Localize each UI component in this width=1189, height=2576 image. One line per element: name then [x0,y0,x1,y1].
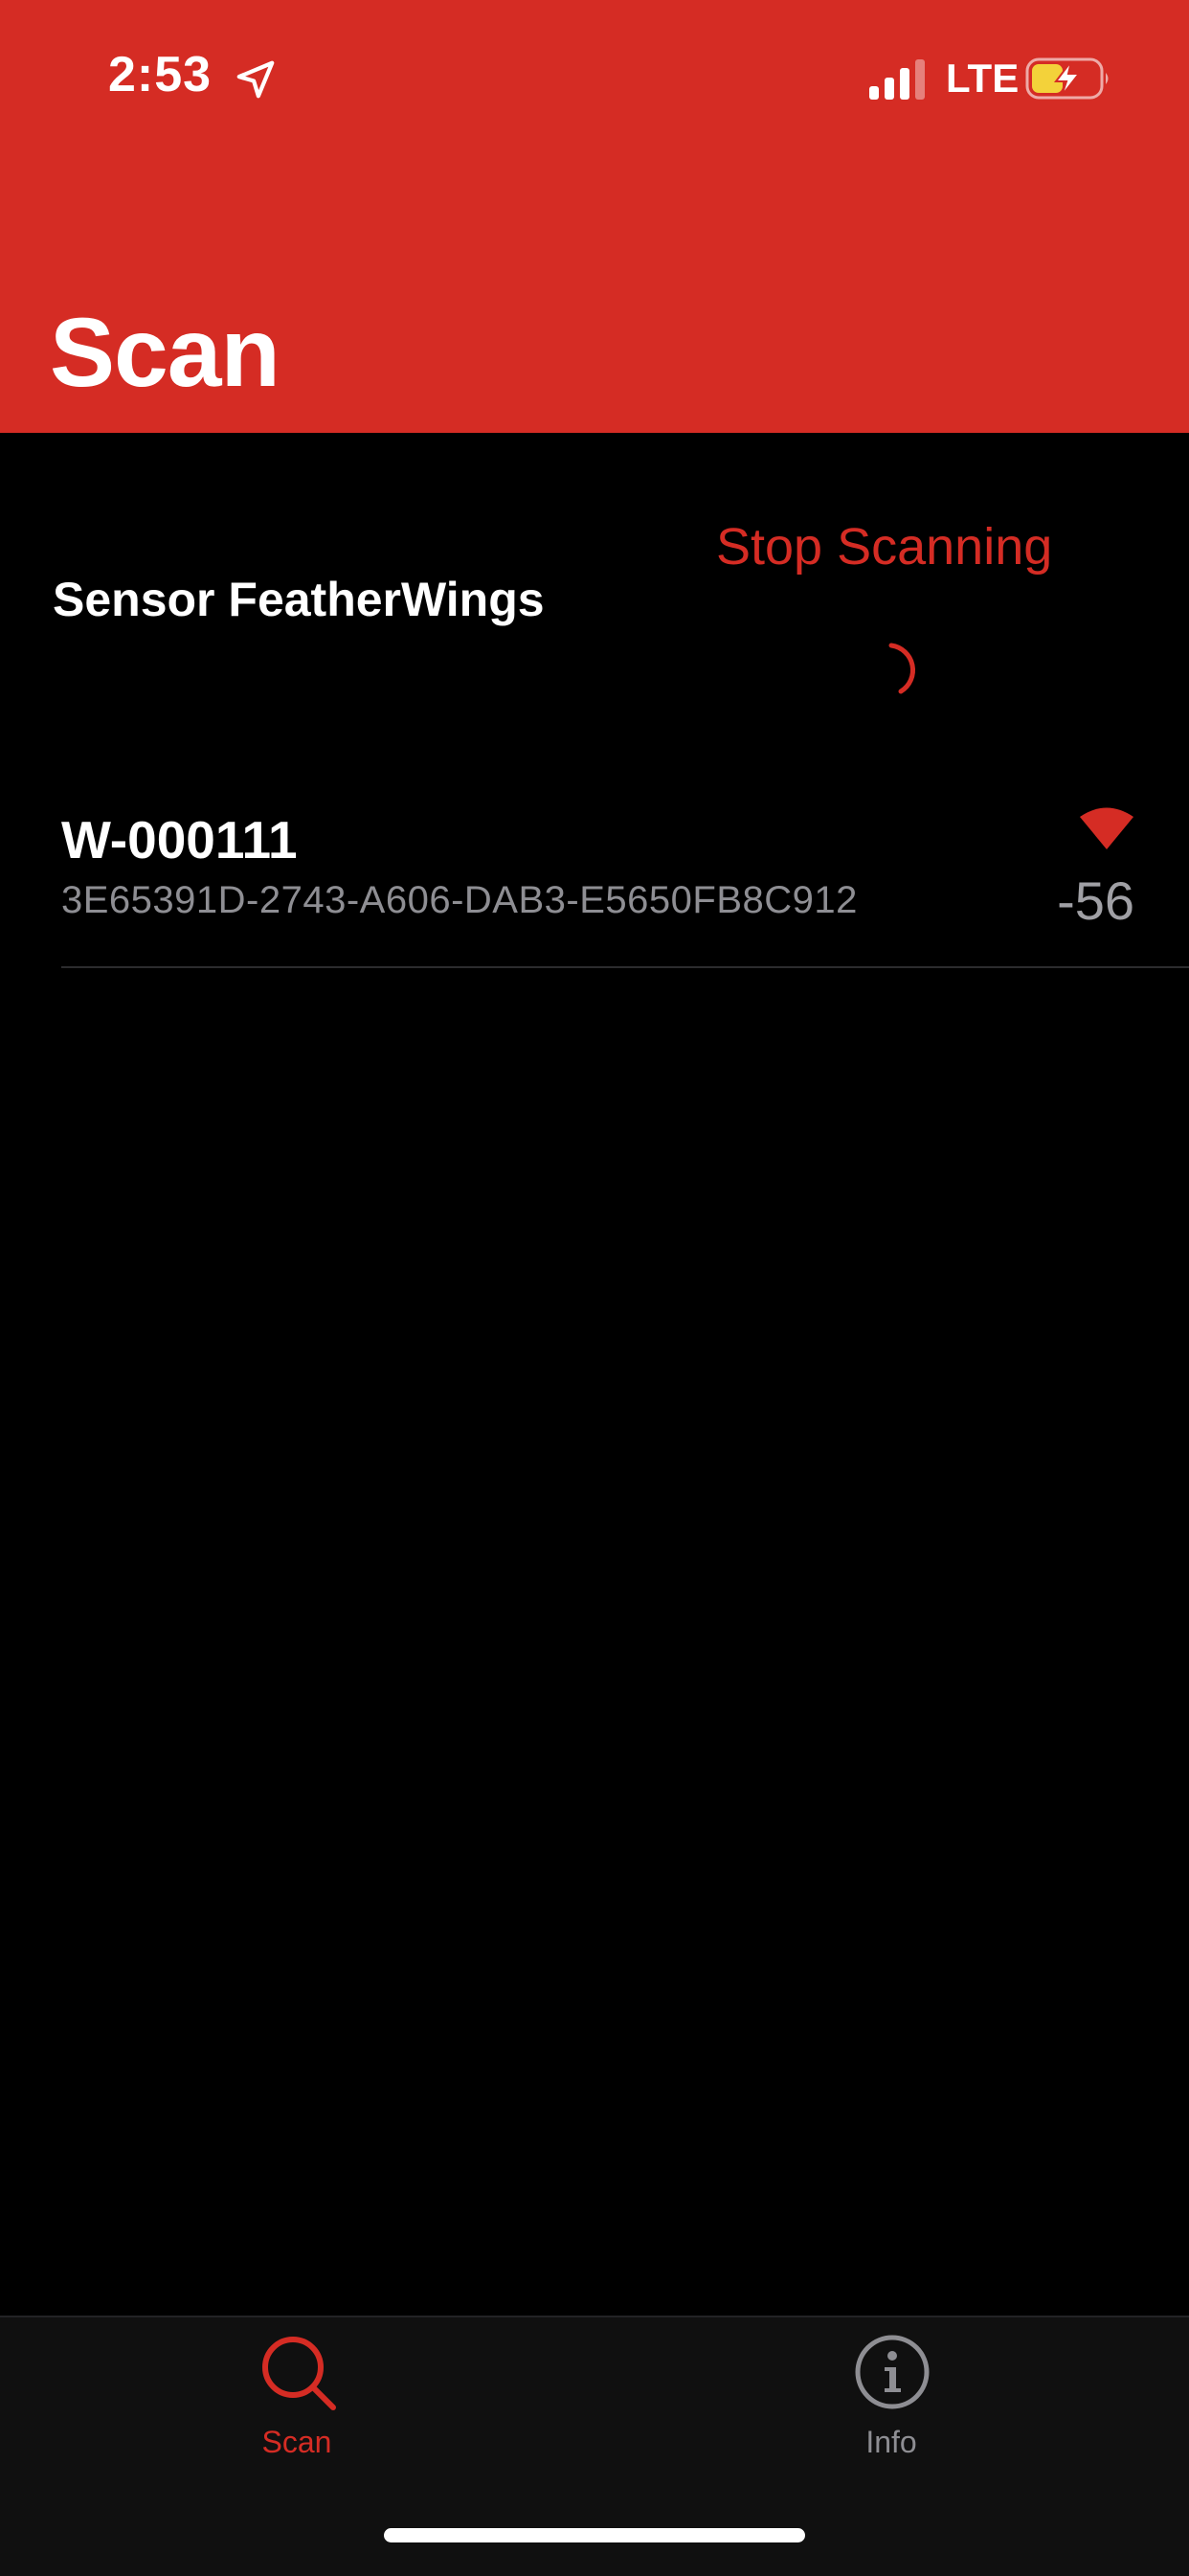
cellular-signal-icon [869,59,925,100]
battery-charging-icon [1025,57,1109,100]
page-title: Scan [50,298,280,407]
device-rssi: -56 [1057,870,1134,931]
network-type: LTE [946,56,1020,101]
section-title: Sensor FeatherWings [53,573,545,626]
tab-scan-label: Scan [261,2425,332,2459]
device-list-item[interactable]: W-000111 3E65391D-2743-A606-DAB3-E5650FB… [0,785,1189,967]
activity-spinner-icon [888,643,915,694]
tab-scan[interactable]: Scan [153,2317,440,2471]
row-divider [61,966,1189,968]
tab-info-label: Info [865,2425,917,2459]
info-circle-icon [855,2335,930,2409]
navigation-header: 2:53 LTE Scan [0,0,1189,433]
stop-scanning-button[interactable]: Stop Scanning [716,517,1052,576]
device-name: W-000111 [61,810,298,870]
home-indicator [384,2528,805,2542]
device-identifier: 3E65391D-2743-A606-DAB3-E5650FB8C912 [61,879,858,921]
magnifying-glass-icon [262,2337,336,2410]
status-time: 2:53 [108,47,213,102]
location-arrow-icon [236,60,275,99]
signal-strength-icon [1080,807,1133,849]
tab-info[interactable]: Info [748,2317,1035,2471]
